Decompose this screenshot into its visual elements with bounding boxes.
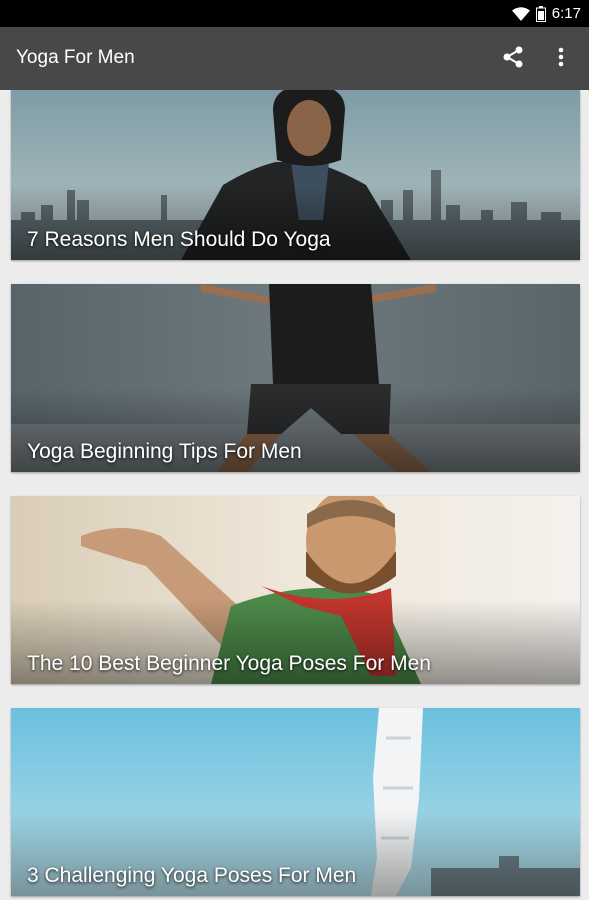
app-bar: Yoga For Men [0,27,589,90]
wifi-icon [511,6,530,21]
status-bar: 6:17 [0,0,589,27]
article-title: 3 Challenging Yoga Poses For Men [27,864,357,887]
article-card[interactable]: 3 Challenging Yoga Poses For Men [11,708,580,896]
article-title: 7 Reasons Men Should Do Yoga [27,228,331,251]
article-card[interactable]: 7 Reasons Men Should Do Yoga [11,90,580,260]
article-feed[interactable]: 7 Reasons Men Should Do Yoga Yoga Beginn… [0,90,589,900]
battery-icon [535,5,546,22]
status-icons: 6:17 [511,5,581,22]
clock: 6:17 [551,5,581,22]
article-card[interactable]: Yoga Beginning Tips For Men [11,284,580,472]
overflow-menu-icon[interactable] [549,45,573,69]
app-actions [501,45,573,69]
article-title: Yoga Beginning Tips For Men [27,440,302,463]
app-title: Yoga For Men [16,47,135,68]
article-title: The 10 Best Beginner Yoga Poses For Men [27,652,431,675]
share-icon[interactable] [501,45,525,69]
article-card[interactable]: The 10 Best Beginner Yoga Poses For Men [11,496,580,684]
